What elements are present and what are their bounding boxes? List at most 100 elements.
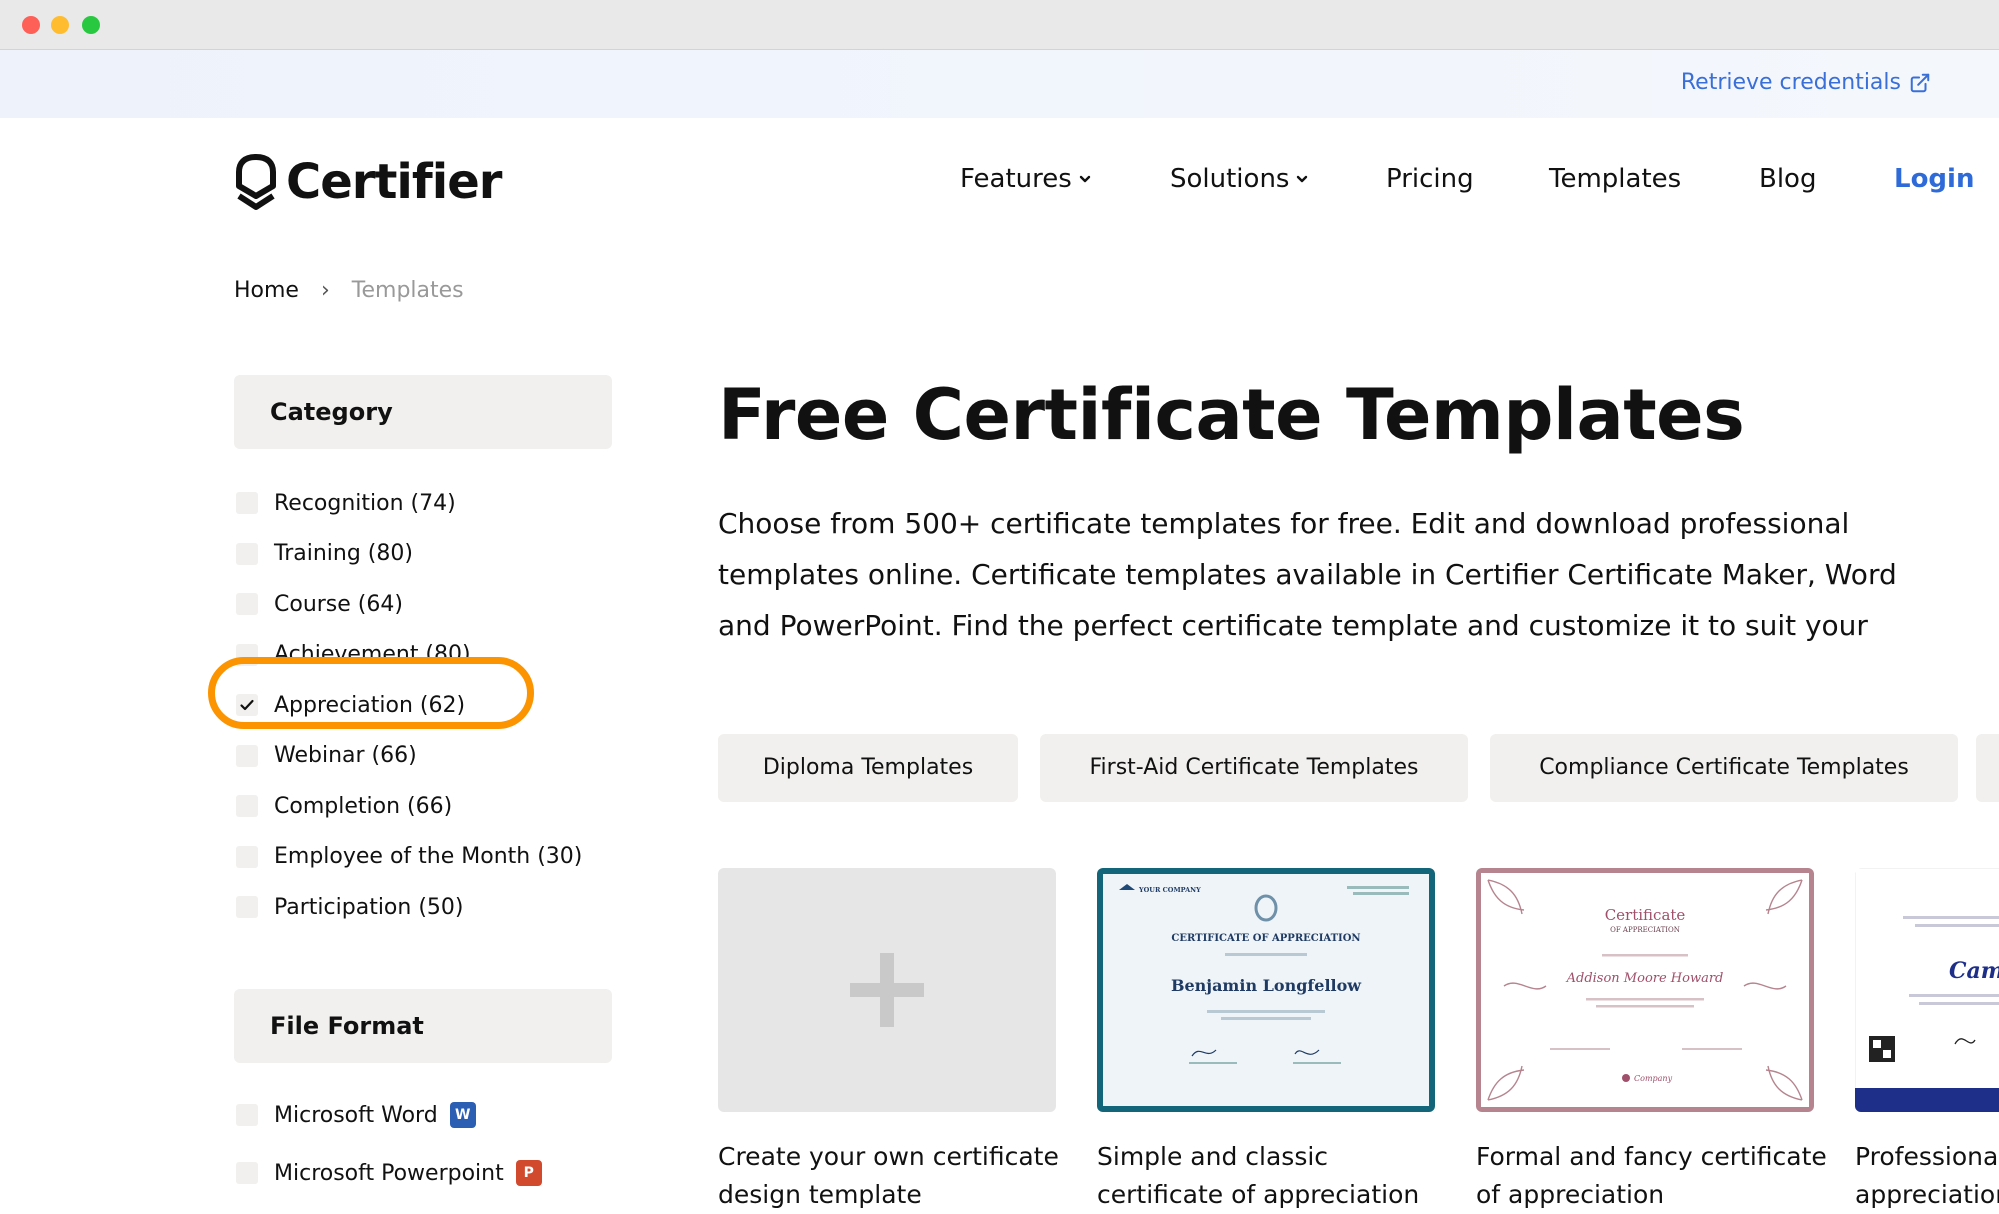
category-checkbox[interactable] [236, 643, 258, 666]
file-format-filter-header[interactable]: File Format [234, 989, 612, 1063]
format-checkbox[interactable] [236, 1162, 258, 1184]
template-card-formal-fancy[interactable]: Certificate OF APPRECIATION Addison Moor… [1476, 868, 1827, 1214]
nav-solutions[interactable]: Solutions [1170, 164, 1309, 194]
category-checkbox[interactable] [236, 744, 258, 767]
certificate-thumbnail[interactable]: Certificate OF APPRECIATION Addison Moor… [1476, 868, 1814, 1112]
category-filter-item[interactable]: Completion (66) [236, 781, 582, 832]
category-checkbox[interactable] [236, 845, 258, 868]
category-filter-item[interactable]: Achievement (80) [236, 630, 582, 681]
category-filter-item[interactable]: Participation (50) [236, 882, 582, 933]
cert-recipient: Camp [1949, 958, 1999, 984]
create-template-thumbnail[interactable] [718, 868, 1056, 1112]
nav-pricing[interactable]: Pricing [1386, 164, 1474, 194]
breadcrumb-current: Templates [351, 278, 464, 303]
category-label: Employee of the Month (30) [274, 844, 583, 870]
chevron-down-icon [1079, 175, 1090, 183]
cert-heading: CERTIFICATE OF APPRECIATION [1171, 933, 1360, 944]
close-window-button[interactable] [22, 16, 40, 34]
category-filter-header[interactable]: Category [234, 375, 612, 449]
page-title: Free Certificate Templates [718, 374, 1745, 456]
format-checkbox[interactable] [236, 1104, 258, 1126]
category-checkbox[interactable] [236, 542, 258, 565]
intro-paragraph: Choose from 500+ certificate templates f… [718, 498, 1999, 651]
plus-icon [850, 953, 924, 1027]
retrieve-credentials-link[interactable]: Retrieve credentials [1681, 70, 1931, 95]
format-filter-item-word[interactable]: Microsoft Word W [236, 1086, 542, 1144]
chevron-down-icon [1297, 175, 1308, 183]
cert-brand: Company [1634, 1074, 1673, 1083]
nav-features-label: Features [960, 164, 1072, 194]
cert-recipient: Benjamin Longfellow [1171, 976, 1362, 995]
template-type-chips: Diploma Templates First-Aid Certificate … [718, 734, 1999, 804]
certificate-preview-blue: YOUR COMPANY CERTIFICATE OF APPRECIATION… [1097, 868, 1435, 1112]
cert-recipient: Addison Moore Howard [1566, 971, 1724, 986]
intro-line: Choose from 500+ certificate templates f… [718, 507, 1850, 540]
top-banner: Retrieve credentials [0, 50, 1999, 118]
checkmark-icon [240, 700, 254, 711]
breadcrumb-separator-icon: › [320, 278, 330, 303]
nav-templates[interactable]: Templates [1549, 164, 1681, 194]
intro-line: templates online. Certificate templates … [718, 558, 1897, 591]
certificate-preview-rose: Certificate OF APPRECIATION Addison Moor… [1476, 868, 1814, 1112]
chip-diploma-templates[interactable]: Diploma Templates [718, 734, 1018, 802]
template-card-title[interactable]: Professional certificate of appreciation [1855, 1138, 1999, 1214]
chip-first-aid-templates[interactable]: First-Aid Certificate Templates [1040, 734, 1468, 802]
category-checkbox-checked[interactable] [236, 694, 258, 717]
category-filter-item[interactable]: Recognition (74) [236, 478, 582, 529]
certifier-logo[interactable]: Certifier [234, 152, 502, 212]
word-icon: W [449, 1102, 476, 1128]
chip-more-templates[interactable] [1976, 734, 1999, 802]
category-checkbox[interactable] [236, 795, 258, 818]
category-label: Training (80) [274, 541, 413, 567]
powerpoint-icon: P [515, 1160, 542, 1186]
template-card-title[interactable]: Create your own certificate design templ… [718, 1138, 1078, 1214]
category-label: Achievement (80) [274, 642, 471, 668]
category-label: Participation (50) [274, 894, 464, 920]
certificate-thumbnail[interactable]: YOUR COMPANY CERTIFICATE OF APPRECIATION… [1097, 868, 1435, 1112]
certificate-preview-white: Camp [1855, 868, 1999, 1112]
retrieve-credentials-label: Retrieve credentials [1680, 70, 1901, 95]
template-card-title[interactable]: Formal and fancy certificate of apprecia… [1476, 1138, 1836, 1214]
file-format-filter-list: Microsoft Word W Microsoft Powerpoint P [236, 1086, 542, 1202]
category-filter-item[interactable]: Training (80) [236, 529, 582, 580]
cert-company: YOUR COMPANY [1138, 886, 1201, 894]
template-card-title[interactable]: Simple and classic certificate of apprec… [1097, 1138, 1457, 1214]
template-card-simple-classic[interactable]: YOUR COMPANY CERTIFICATE OF APPRECIATION… [1097, 868, 1435, 1214]
template-cards: Create your own certificate design templ… [718, 868, 1999, 1214]
category-filter-item[interactable]: Course (64) [236, 579, 582, 630]
category-label: Recognition (74) [274, 490, 456, 516]
category-label: Completion (66) [274, 793, 453, 819]
breadcrumb-home[interactable]: Home [234, 278, 299, 303]
logo-text: Certifier [286, 154, 502, 210]
template-card-professional[interactable]: Camp Professional certificate of appreci… [1855, 868, 1999, 1214]
format-label: Microsoft Word [274, 1102, 438, 1128]
nav-features[interactable]: Features [960, 164, 1092, 194]
nav-solutions-label: Solutions [1170, 164, 1290, 194]
maximize-window-button[interactable] [82, 16, 100, 34]
category-filter-list: Recognition (74) Training (80) Course (6… [236, 478, 582, 933]
category-filter-item[interactable]: Webinar (66) [236, 731, 582, 782]
external-link-icon [1910, 73, 1930, 92]
category-filter-item[interactable]: Employee of the Month (30) [236, 832, 582, 883]
chip-compliance-templates[interactable]: Compliance Certificate Templates [1490, 734, 1958, 802]
cert-subheading: OF APPRECIATION [1610, 926, 1680, 934]
category-checkbox[interactable] [236, 896, 258, 919]
category-label: Course (64) [274, 591, 403, 617]
certificate-thumbnail[interactable]: Camp [1855, 868, 1999, 1112]
minimize-window-button[interactable] [51, 16, 69, 34]
category-label: Appreciation (62) [274, 692, 466, 718]
format-filter-item-powerpoint[interactable]: Microsoft Powerpoint P [236, 1144, 542, 1202]
certifier-logo-icon [236, 154, 276, 210]
category-label: Webinar (66) [274, 743, 417, 769]
cert-heading: Certificate [1605, 906, 1686, 924]
breadcrumb: Home › Templates [234, 278, 464, 303]
window-titlebar [0, 0, 1999, 50]
category-filter-item-appreciation[interactable]: Appreciation (62) [236, 680, 582, 731]
nav-login[interactable]: Login [1894, 164, 1974, 194]
intro-line: and PowerPoint. Find the perfect certifi… [718, 609, 1868, 642]
category-checkbox[interactable] [236, 492, 258, 515]
nav-blog[interactable]: Blog [1759, 164, 1816, 194]
template-card-create[interactable]: Create your own certificate design templ… [718, 868, 1059, 1214]
category-checkbox[interactable] [236, 593, 258, 616]
format-label: Microsoft Powerpoint [274, 1160, 504, 1186]
